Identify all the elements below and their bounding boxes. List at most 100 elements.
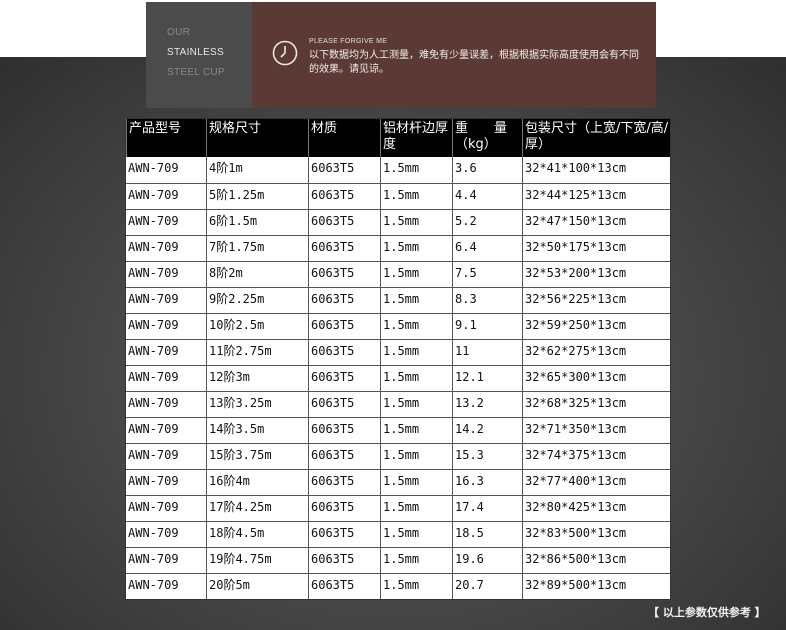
spec-table: 产品型号 规格尺寸 材质 铝材杆边厚度 重 量（kg） 包装尺寸（上宽/下宽/高… [125,118,671,600]
header-model: 产品型号 [126,119,206,157]
cell-spec: 15阶3.75m [206,444,308,469]
cell-weight: 4.4 [452,184,522,209]
cell-model: AWN-709 [128,344,179,358]
cell-weight: 7.5 [452,262,522,287]
banner-notice-panel: PLEASE FORGIVE ME 以下数据均为人工测量，难免有少量误差，根据根… [252,2,656,108]
cell-model: AWN-709 [128,500,179,514]
cell-material: 6063T5 [308,210,380,235]
cell-material: 6063T5 [308,157,380,183]
table-row: AWN-709 9阶2.25m 6063T5 1.5mm 8.3 32*56*225*13… [126,287,670,313]
cell-model: AWN-709 [128,292,179,306]
table-row: AWN-709 16阶4m 6063T5 1.5mm 16.3 32*77*400*13c… [126,469,670,495]
cell-thickness: 1.5mm [380,314,452,339]
cell-material: 6063T5 [308,470,380,495]
table-row: AWN-709 20阶5m 6063T5 1.5mm 20.7 32*89*500*13c… [126,573,670,599]
cell-weight: 9.1 [452,314,522,339]
cell-spec: 9阶2.25m [206,288,308,313]
cell-package: 32*59*250*13cm [522,314,670,339]
cell-spec: 20阶5m [206,574,308,599]
cell-thickness: 1.5mm [380,210,452,235]
cell-package: 32*83*500*13cm [522,522,670,547]
cell-model: AWN-709 [128,578,179,592]
cell-thickness: 1.5mm [380,366,452,391]
cell-weight: 17.4 [452,496,522,521]
cell-model: AWN-709 [128,448,179,462]
table-row: AWN-709 19阶4.75m 6063T5 1.5mm 19.6 32*86*500*… [126,547,670,573]
cell-material: 6063T5 [308,392,380,417]
footnote: 【 以上参数仅供参考 】 [648,606,766,619]
cell-spec: 10阶2.5m [206,314,308,339]
cell-weight: 19.6 [452,548,522,573]
cell-model: AWN-709 [128,422,179,436]
cell-weight: 3.6 [452,157,522,183]
cell-thickness: 1.5mm [380,157,452,183]
cell-spec: 12阶3m [206,366,308,391]
cell-material: 6063T5 [308,288,380,313]
cell-model: AWN-709 [128,240,179,254]
cell-package: 32*65*300*13cm [522,366,670,391]
cell-model: AWN-709 [128,370,179,384]
header-spec: 规格尺寸 [206,119,308,157]
cell-thickness: 1.5mm [380,548,452,573]
cell-package: 32*89*500*13cm [522,574,670,599]
cell-material: 6063T5 [308,418,380,443]
cell-material: 6063T5 [308,340,380,365]
cell-model: AWN-709 [128,318,179,332]
cell-weight: 14.2 [452,418,522,443]
cell-spec: 6阶1.5m [206,210,308,235]
table-row: AWN-709 13阶3.25m 6063T5 1.5mm 13.2 32*68*325*… [126,391,670,417]
cell-weight: 20.7 [452,574,522,599]
cell-material: 6063T5 [308,548,380,573]
cell-weight: 5.2 [452,210,522,235]
cell-spec: 4阶1m [206,157,308,183]
table-row: AWN-709 15阶3.75m 6063T5 1.5mm 15.3 32*74*375*… [126,443,670,469]
cell-weight: 11 [452,340,522,365]
cell-spec: 13阶3.25m [206,392,308,417]
cell-package: 32*80*425*13cm [522,496,670,521]
cell-thickness: 1.5mm [380,236,452,261]
cell-package: 32*68*325*13cm [522,392,670,417]
table-row: AWN-709 14阶3.5m 6063T5 1.5mm 14.2 32*71*350*1… [126,417,670,443]
table-row: AWN-709 5阶1.25m 6063T5 1.5mm 4.4 32*44*125*13… [126,183,670,209]
header-thickness: 铝材杆边厚度 [380,119,452,157]
cell-material: 6063T5 [308,444,380,469]
cell-spec: 8阶2m [206,262,308,287]
banner-brand-panel: OUR STAINLESS STEEL CUP [146,2,252,108]
cell-weight: 6.4 [452,236,522,261]
cell-material: 6063T5 [308,236,380,261]
cell-thickness: 1.5mm [380,262,452,287]
cell-thickness: 1.5mm [380,496,452,521]
table-body: AWN-709 4阶1m 6063T5 1.5mm 3.6 32*41*100*13cm A… [126,157,670,599]
table-row: AWN-709 18阶4.5m 6063T5 1.5mm 18.5 32*83*500*1… [126,521,670,547]
cell-material: 6063T5 [308,522,380,547]
cell-spec: 17阶4.25m [206,496,308,521]
cell-material: 6063T5 [308,262,380,287]
cell-model: AWN-709 [128,188,179,202]
cell-package: 32*50*175*13cm [522,236,670,261]
cell-package: 32*56*225*13cm [522,288,670,313]
brand-line-1: OUR [167,27,191,38]
cell-spec: 7阶1.75m [206,236,308,261]
cell-model: AWN-709 [128,266,179,280]
table-row: AWN-709 8阶2m 6063T5 1.5mm 7.5 32*53*200*13cm [126,261,670,287]
cell-package: 32*74*375*13cm [522,444,670,469]
header-weight: 重 量（kg） [452,119,522,157]
cell-material: 6063T5 [308,496,380,521]
brand-line-3: STEEL CUP [167,67,225,78]
cell-package: 32*44*125*13cm [522,184,670,209]
cell-model: AWN-709 [128,214,179,228]
header-package: 包装尺寸（上宽/下宽/高/厚） [522,119,670,157]
cell-material: 6063T5 [308,366,380,391]
cell-material: 6063T5 [308,574,380,599]
table-row: AWN-709 10阶2.5m 6063T5 1.5mm 9.1 32*59*250*13… [126,313,670,339]
cell-model: AWN-709 [128,474,179,488]
cell-thickness: 1.5mm [380,340,452,365]
cell-material: 6063T5 [308,314,380,339]
cell-thickness: 1.5mm [380,470,452,495]
brand-line-2: STAINLESS [167,47,224,58]
cell-model: AWN-709 [128,161,179,175]
cell-spec: 11阶2.75m [206,340,308,365]
cell-spec: 19阶4.75m [206,548,308,573]
header-material: 材质 [308,119,380,157]
table-row: AWN-709 6阶1.5m 6063T5 1.5mm 5.2 32*47*150*13c… [126,209,670,235]
